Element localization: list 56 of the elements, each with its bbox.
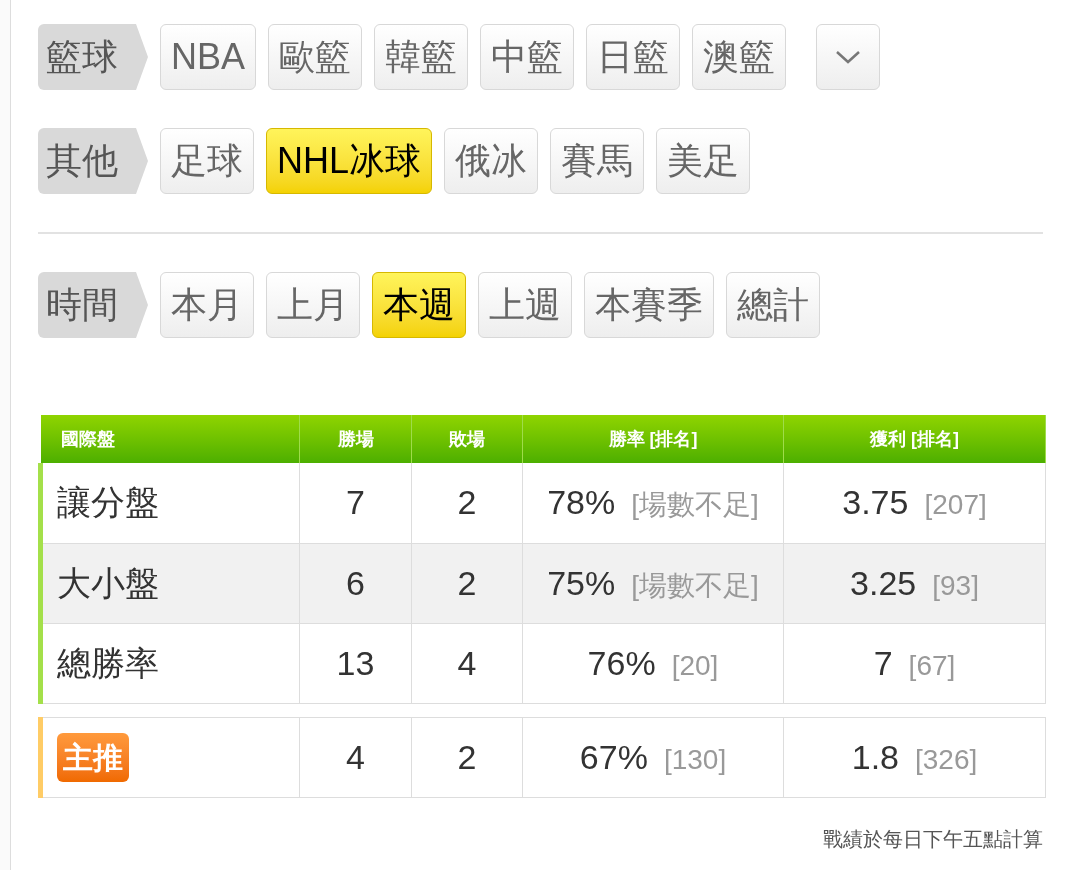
rank-text: [93] [932,569,979,601]
losses-value: 2 [457,737,477,776]
filter-option[interactable]: 美足 [656,128,751,194]
profit-value: 3.25 [850,563,917,602]
footnote: 戰績於每日下午五點計算 [823,826,1043,852]
column-header: 國際盤 [60,428,115,449]
row-label: 總勝率 [57,643,159,682]
rank-text: [場數不足] [631,489,759,521]
losses-value: 4 [457,643,477,682]
rank-text: [207] [924,489,987,521]
profit-value: 1.8 [851,737,899,776]
column-header: 勝場 [337,428,374,449]
filter-option[interactable]: 韓籃 [374,24,469,90]
filter-option[interactable]: 俄冰 [444,128,539,194]
filter-option[interactable]: 總計 [726,272,820,338]
losses-value: 2 [457,483,477,522]
filter-option[interactable]: 上月 [266,272,360,338]
filter-label: 時間 [38,272,148,338]
filter-label: 其他 [38,128,148,194]
win-rate-value: 67% [579,737,648,776]
filter-option[interactable]: NBA [160,24,257,90]
filter-option[interactable]: 澳籃 [692,24,787,90]
filter-option[interactable]: 中籃 [480,24,575,90]
rank-text: [場數不足] [631,569,759,601]
expand-button[interactable] [816,24,881,90]
wins-value: 6 [346,563,365,602]
rank-text: [67] [908,649,956,681]
win-rate-value: 76% [587,643,656,682]
filter-label: 籃球 [38,24,148,90]
filter-option[interactable]: NHL冰球 [266,128,433,194]
row-label: 大小盤 [57,563,159,602]
filter-option[interactable]: 歐籃 [268,24,363,90]
win-rate-value: 78% [547,483,616,522]
column-header: 勝率 [排名] [608,428,698,449]
column-header: 獲利 [排名] [870,428,959,449]
rank-text: [326] [915,743,978,775]
filter-option[interactable]: 賽馬 [550,128,645,194]
profit-value: 7 [873,643,893,682]
filter-option[interactable]: 本賽季 [584,272,714,338]
filter-option[interactable]: 上週 [478,272,572,338]
filter-option[interactable]: 本月 [160,272,254,338]
rank-text: [130] [663,743,727,775]
win-rate-value: 75% [547,563,616,602]
wins-value: 4 [346,737,365,776]
filter-option[interactable]: 本週 [372,272,466,338]
losses-value: 2 [457,563,477,602]
rank-text: [20] [671,649,719,681]
row-label: 讓分盤 [57,483,159,522]
filter-option[interactable]: 足球 [160,128,254,194]
wins-value: 13 [336,643,375,682]
filter-option[interactable]: 日籃 [586,24,681,90]
column-header: 敗場 [449,428,485,449]
chevron-down-icon [835,50,862,64]
featured-badge: 主推 [57,732,129,782]
wins-value: 7 [346,483,365,522]
profit-value: 3.75 [842,483,909,522]
